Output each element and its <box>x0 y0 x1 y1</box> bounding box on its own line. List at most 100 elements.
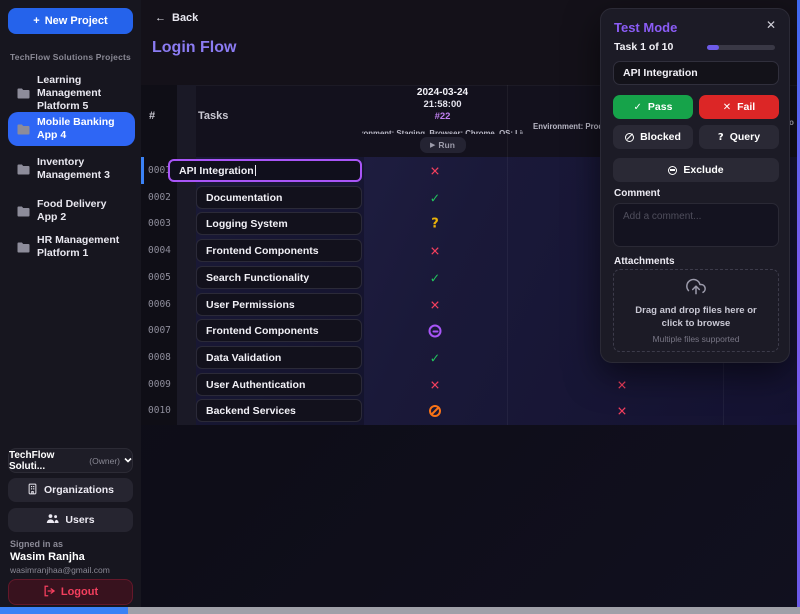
status-cell[interactable]: ✕ <box>617 378 627 393</box>
status-fail-icon: ✕ <box>430 164 440 179</box>
task-name-input[interactable] <box>613 61 779 85</box>
text-cursor <box>255 165 257 176</box>
task-name: API Integration <box>179 165 254 177</box>
run-button[interactable]: ▶ Run <box>420 137 466 153</box>
users-label: Users <box>65 514 94 526</box>
task-cell[interactable]: Logging System <box>196 212 362 235</box>
back-button[interactable]: ← Back <box>155 12 198 24</box>
status-cell[interactable]: ? <box>431 217 439 232</box>
status-fail-icon: ✕ <box>617 404 627 419</box>
task-cell[interactable]: Frontend Components <box>196 319 362 342</box>
horizontal-scrollbar[interactable] <box>0 607 800 614</box>
status-cell[interactable]: ✕ <box>430 244 440 259</box>
status-pass-icon: ✓ <box>430 271 440 286</box>
dropzone-text: Drag and drop files here or click to bro… <box>626 305 766 331</box>
task-cell[interactable]: Backend Services <box>196 399 362 422</box>
pass-button[interactable]: ✓ Pass <box>613 95 693 119</box>
cloud-upload-icon <box>684 277 708 302</box>
status-cell[interactable]: ✓ <box>430 191 440 206</box>
sidebar-item-project[interactable]: Mobile Banking App 4 <box>8 112 135 146</box>
status-fail-icon: ✕ <box>617 378 627 393</box>
cross-icon: ✕ <box>723 102 731 113</box>
run-environment: Environment: Staging, Browser: Chrome, O… <box>362 128 523 134</box>
status-cell[interactable]: ✕ <box>430 298 440 313</box>
row-number: 0005 <box>148 272 174 283</box>
status-exclude-icon <box>429 325 442 338</box>
row-number: 0006 <box>148 299 174 310</box>
task-name: Backend Services <box>206 405 296 417</box>
user-name: Wasim Ranjha <box>10 551 85 563</box>
org-switcher-name: TechFlow Soluti... <box>9 450 85 472</box>
sidebar-item-project[interactable]: Food Delivery App 2 <box>8 194 135 228</box>
run-column-header-1: 2024-03-24 21:58:00 #22 Environment: Sta… <box>362 86 523 153</box>
logout-button[interactable]: Logout <box>8 579 133 605</box>
task-cell[interactable]: Documentation <box>196 186 362 209</box>
folder-icon <box>17 206 30 217</box>
task-cell[interactable]: Search Functionality <box>196 266 362 289</box>
logout-icon <box>43 585 55 600</box>
users-icon <box>46 513 59 527</box>
back-arrow-icon: ← <box>155 12 166 24</box>
run-date: 2024-03-24 <box>362 86 523 99</box>
status-fail-icon: ✕ <box>430 298 440 313</box>
organizations-button[interactable]: Organizations <box>8 478 133 502</box>
row-number: 0002 <box>148 192 174 203</box>
blocked-button[interactable]: Blocked <box>613 125 693 149</box>
status-fail-icon: ✕ <box>430 378 440 393</box>
task-name: Data Validation <box>206 352 281 364</box>
panel-title: Test Mode <box>614 20 677 35</box>
number-column-header: # <box>149 110 155 122</box>
query-button[interactable]: ? Query <box>699 125 779 149</box>
status-cell[interactable]: ✕ <box>430 164 440 179</box>
tasks-column-header: Tasks <box>198 110 228 122</box>
circle-minus-icon <box>668 166 677 175</box>
project-name: Mobile Banking App 4 <box>37 116 129 142</box>
logout-label: Logout <box>61 586 98 598</box>
sidebar-item-project[interactable]: HR Management Platform 1 <box>8 228 135 266</box>
file-dropzone[interactable]: Drag and drop files here or click to bro… <box>613 269 779 352</box>
page-title: Login Flow <box>152 39 236 57</box>
project-name: Learning Management Platform 5 <box>37 74 129 113</box>
selected-row-indicator <box>141 157 144 184</box>
org-switcher-role: (Owner) <box>89 456 120 466</box>
close-icon[interactable]: ✕ <box>766 18 776 32</box>
run-button-label: Run <box>438 140 455 150</box>
task-name: User Authentication <box>206 379 305 391</box>
sidebar-item-project[interactable]: Learning Management Platform 5 <box>8 70 135 117</box>
row-number: 0008 <box>148 352 174 363</box>
row-number: 0009 <box>148 379 174 390</box>
status-cell[interactable]: ✓ <box>430 351 440 366</box>
new-project-label: New Project <box>45 15 108 27</box>
users-button[interactable]: Users <box>8 508 133 532</box>
fail-button[interactable]: ✕ Fail <box>699 95 779 119</box>
status-cell[interactable] <box>429 405 441 417</box>
run-time: 21:58:00 <box>362 99 523 111</box>
task-cell[interactable]: Frontend Components <box>196 239 362 262</box>
status-cell[interactable]: ✕ <box>430 378 440 393</box>
scrollbar-thumb[interactable] <box>0 607 128 614</box>
comment-textarea[interactable] <box>613 203 779 247</box>
sidebar-item-project[interactable]: Inventory Management 3 <box>8 150 135 188</box>
status-cell[interactable] <box>429 325 442 338</box>
task-cell[interactable]: User Permissions <box>196 293 362 316</box>
org-switcher-dropdown[interactable]: TechFlow Soluti... (Owner) <box>8 448 133 473</box>
exclude-label: Exclude <box>683 164 723 176</box>
circle-slash-icon <box>625 133 634 142</box>
progress-bar <box>707 45 775 50</box>
task-cell[interactable]: Data Validation <box>196 346 362 369</box>
new-project-button[interactable]: + New Project <box>8 8 133 34</box>
play-icon: ▶ <box>430 141 435 149</box>
project-name: HR Management Platform 1 <box>37 234 129 260</box>
fail-label: Fail <box>737 101 755 113</box>
task-name: User Permissions <box>206 299 295 311</box>
task-cell[interactable]: User Authentication <box>196 373 362 396</box>
status-cell[interactable]: ✓ <box>430 271 440 286</box>
folder-icon <box>17 242 30 253</box>
exclude-button[interactable]: Exclude <box>613 158 779 182</box>
row-number: 0003 <box>148 218 174 229</box>
status-cell[interactable]: ✕ <box>617 404 627 419</box>
organizations-label: Organizations <box>44 484 114 496</box>
user-email: wasimranjhaa@gmail.com <box>10 565 110 575</box>
task-cell[interactable]: API Integration <box>168 159 362 182</box>
app-window: + New Project TechFlow Solutions Project… <box>0 0 800 614</box>
